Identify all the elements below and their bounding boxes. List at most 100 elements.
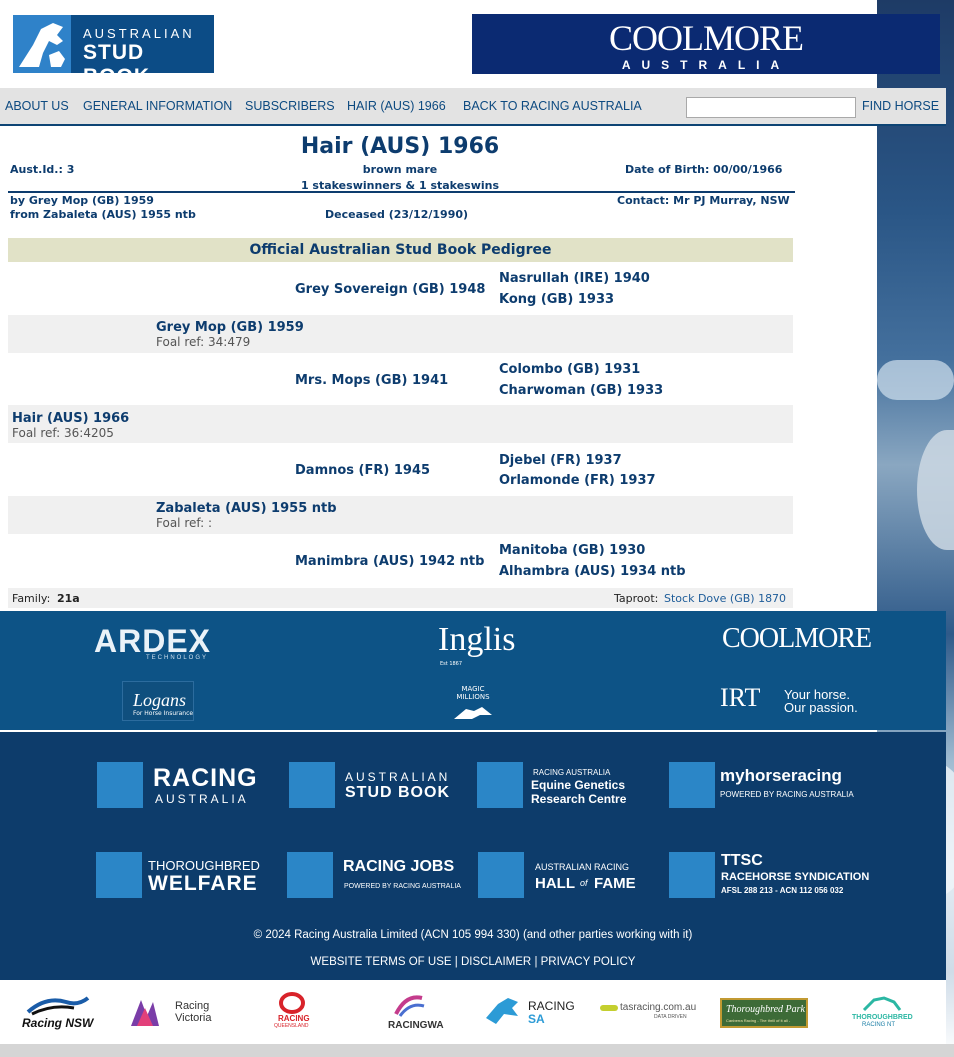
nav-general-information[interactable]: GENERAL INFORMATION: [83, 99, 232, 113]
footer: RACING AUSTRALIA AUSTRALIAN STUD BOOK RA…: [0, 732, 946, 980]
family-value: 21a: [57, 592, 80, 605]
racing-wa-logo[interactable]: RACINGWA: [386, 992, 444, 1034]
racing-queensland-logo[interactable]: RACING QUEENSLAND: [272, 992, 312, 1034]
hall-of-fame-logo[interactable]: AUSTRALIAN RACING HALL of FAME: [478, 852, 638, 900]
racing-queensland-line1: RACING: [278, 1014, 310, 1023]
racing-australia-line1: RACING: [153, 764, 258, 792]
pedigree-subject[interactable]: Hair (AUS) 1966: [12, 411, 129, 426]
equine-line1: RACING AUSTRALIA: [533, 768, 611, 777]
ttsc-logo[interactable]: TTSC RACEHORSE SYNDICATION AFSL 288 213 …: [669, 852, 869, 900]
pedigree-sire[interactable]: Grey Mop (GB) 1959: [156, 320, 304, 335]
logans-name: Logans: [133, 690, 187, 710]
pedigree-dds[interactable]: Manitoba (GB) 1930: [499, 543, 645, 558]
sponsors-panel: ARDEX TECHNOLOGY Inglis Est 1867 COOLMOR…: [0, 611, 946, 730]
thoroughbred-park-logo[interactable]: Thoroughbred Park Canberra Racing - The …: [720, 998, 808, 1028]
hall-line1: AUSTRALIAN RACING: [535, 862, 630, 872]
coolmore-logo[interactable]: COOLMORE: [722, 623, 872, 659]
page-title: Hair (AUS) 1966: [300, 134, 500, 159]
pedigree-sdd[interactable]: Charwoman (GB) 1933: [499, 383, 663, 398]
logo-line1: AUSTRALIAN: [83, 26, 195, 41]
magic-millions-horse-icon: [454, 707, 492, 719]
pedigree-sss[interactable]: Nasrullah (IRE) 1940: [499, 271, 650, 286]
racing-victoria-logo[interactable]: Racing Victoria: [127, 994, 223, 1034]
racing-australia-logo[interactable]: RACING AUSTRALIA: [97, 762, 257, 810]
horse-head-icon: [289, 762, 335, 808]
magic-millions-logo[interactable]: MAGIC MILLIONS: [446, 679, 500, 723]
equine-genetics-logo[interactable]: RACING AUSTRALIA Equine Genetics Researc…: [477, 762, 647, 810]
ttsc-line2: RACEHORSE SYNDICATION: [721, 871, 870, 883]
welfare-line1: THOROUGHBRED: [148, 858, 260, 873]
racing-sa-horse-icon: [486, 998, 518, 1024]
pedigree-dd[interactable]: Manimbra (AUS) 1942 ntb: [295, 554, 484, 569]
racing-sa-line1: RACING: [528, 999, 575, 1013]
irt-tagline-2: Our passion.: [784, 700, 858, 715]
racing-nsw-swoosh-icon: [26, 996, 90, 1016]
ttsc-name: TTSC: [721, 852, 763, 869]
inglis-sub: Est 1867: [440, 661, 463, 667]
racing-jobs-logo[interactable]: RACING JOBS POWERED BY RACING AUSTRALIA: [287, 852, 461, 900]
pedigree-ddd[interactable]: Alhambra (AUS) 1934 ntb: [499, 564, 686, 579]
racing-victoria-line2: Victoria: [175, 1012, 212, 1024]
state-racing-logos: Racing NSW Racing Victoria RACING QUEENS…: [0, 980, 946, 1044]
dam-line: from Zabaleta (AUS) 1955 ntb: [10, 208, 196, 221]
pedigree-sd[interactable]: Mrs. Mops (GB) 1941: [295, 373, 448, 388]
pedigree-dsd[interactable]: Orlamonde (FR) 1937: [499, 473, 656, 488]
family-label: Family:: [12, 592, 51, 605]
coolmore-name: COOLMORE: [608, 18, 804, 58]
racing-sa-logo[interactable]: RACING SA: [484, 994, 576, 1032]
pedigree-dss[interactable]: Djebel (FR) 1937: [499, 453, 622, 468]
disclaimer-link[interactable]: DISCLAIMER: [461, 956, 531, 968]
coolmore-banner[interactable]: COOLMORE AUSTRALIA: [472, 14, 940, 74]
dna-horse-icon: [477, 762, 523, 808]
find-horse-button[interactable]: FIND HORSE: [862, 99, 939, 113]
pedigree-ds[interactable]: Damnos (FR) 1945: [295, 463, 430, 478]
privacy-policy-link[interactable]: PRIVACY POLICY: [541, 956, 636, 968]
pedigree-sds[interactable]: Colombo (GB) 1931: [499, 362, 640, 377]
terms-of-use-link[interactable]: WEBSITE TERMS OF USE: [311, 956, 452, 968]
main-nav: ABOUT US GENERAL INFORMATION SUBSCRIBERS…: [0, 88, 946, 126]
nav-about-us[interactable]: ABOUT US: [5, 99, 69, 113]
myhorseracing-logo[interactable]: myhorseracing POWERED BY RACING AUSTRALI…: [669, 762, 859, 810]
pedigree-ss[interactable]: Grey Sovereign (GB) 1948: [295, 282, 485, 297]
pedigree-dam[interactable]: Zabaleta (AUS) 1955 ntb: [156, 501, 337, 516]
taproot-link[interactable]: Stock Dove (GB) 1870: [664, 592, 786, 605]
racing-victoria-emblem-icon: [131, 1000, 159, 1026]
magic-millions-name: MAGIC MILLIONS: [456, 685, 490, 701]
inglis-logo[interactable]: Inglis Est 1867: [438, 621, 518, 667]
sire-line: by Grey Mop (GB) 1959: [10, 194, 154, 207]
thoroughbred-racing-nt-logo[interactable]: THOROUGHBRED RACING NT: [850, 994, 914, 1032]
tasracing-logo[interactable]: tasracing.com.au DATA DRIVEN: [600, 1002, 696, 1022]
deceased-date: Deceased (23/12/1990): [325, 208, 469, 221]
dam-foal-ref: Foal ref: :: [156, 516, 213, 530]
sire-foal-ref: Foal ref: 34:479: [156, 335, 251, 349]
ardex-sub: TECHNOLOGY: [146, 655, 209, 661]
nav-subscribers[interactable]: SUBSCRIBERS: [245, 99, 335, 113]
monitor-icon: [669, 762, 715, 808]
horse-icon: [669, 852, 715, 898]
racing-nsw-logo[interactable]: Racing NSW: [22, 994, 93, 1034]
footer-links: WEBSITE TERMS OF USE | DISCLAIMER | PRIV…: [0, 956, 946, 968]
contact: Contact: Mr PJ Murray, NSW: [617, 194, 790, 207]
myhorseracing-sub: POWERED BY RACING AUSTRALIA: [720, 790, 854, 799]
ardex-logo[interactable]: ARDEX TECHNOLOGY: [94, 621, 224, 661]
australian-stud-book-logo[interactable]: AUSTRALIAN STUD BOOK: [13, 15, 214, 88]
jockey-icon: [97, 762, 143, 808]
horse-search-input[interactable]: [686, 97, 856, 118]
bottom-bar: [0, 1044, 954, 1057]
coolmore-sponsor-name: COOLMORE: [722, 623, 872, 654]
racing-victoria-line1: Racing: [175, 1000, 210, 1012]
racing-wa-swirl-icon: [394, 995, 425, 1017]
pedigree-ssd[interactable]: Kong (GB) 1933: [499, 292, 614, 307]
equine-line3: Research Centre: [531, 792, 627, 806]
hall-word: HALL: [535, 875, 575, 892]
irt-logo[interactable]: IRT Your horse. Our passion.: [720, 683, 860, 717]
racing-nt-horse-icon: [862, 996, 902, 1012]
thoroughbred-welfare-logo[interactable]: THOROUGHBRED WELFARE: [96, 852, 260, 900]
nav-back-to-racing-australia[interactable]: BACK TO RACING AUSTRALIA: [463, 99, 642, 113]
myhorseracing-name: myhorseracing: [720, 766, 842, 785]
nav-hair-aus-1966[interactable]: HAIR (AUS) 1966: [347, 99, 446, 113]
background-horse: [917, 430, 954, 550]
stud-book-footer-logo[interactable]: AUSTRALIAN STUD BOOK: [289, 762, 449, 810]
logans-logo[interactable]: Logans For Horse Insurance: [122, 681, 194, 721]
welfare-line2: WELFARE: [148, 872, 258, 895]
